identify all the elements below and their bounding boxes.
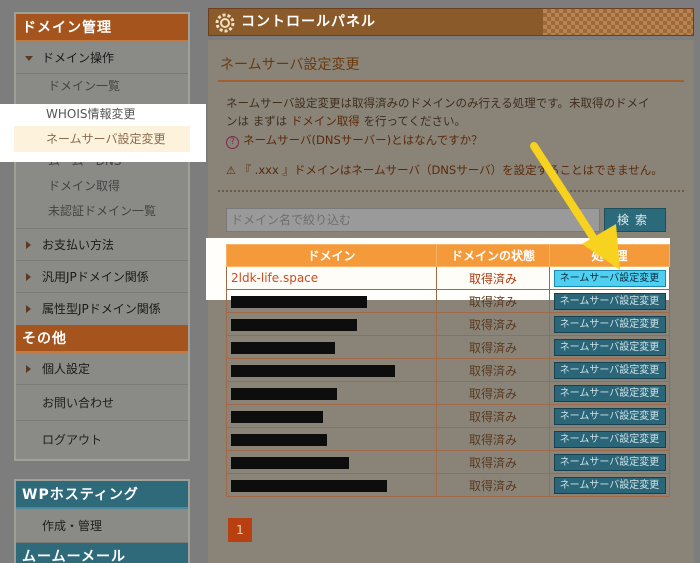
redaction-bar	[231, 318, 357, 331]
page-title: ネームサーバ設定変更	[220, 57, 360, 73]
table-row: 取得済み ネームサーバ設定変更	[226, 312, 670, 336]
domain-name-redacted	[226, 312, 437, 336]
domain-management-box: ドメイン管理 ドメイン操作 ドメイン一覧 WHOIS情報変更 ネームサーバ設定変…	[14, 12, 190, 461]
redaction-bar	[231, 364, 395, 377]
nameserver-change-button[interactable]: ネームサーバ設定変更	[553, 384, 666, 402]
info-line-2: ンは まずは ドメイン取得 を行ってください。	[226, 112, 686, 130]
nameserver-change-button[interactable]: ネームサーバ設定変更	[553, 338, 666, 356]
arrow-icon	[530, 142, 620, 270]
table-row: 取得済み ネームサーバ設定変更	[226, 335, 670, 359]
page-number-current[interactable]: 1	[228, 518, 252, 542]
table-row: 取得済み ネームサーバ設定変更	[226, 404, 670, 428]
sidebar-item-payment[interactable]: お支払い方法	[16, 229, 188, 261]
domain-status: 取得済み	[436, 381, 550, 405]
table-row: 取得済み ネームサーバ設定変更	[226, 473, 670, 497]
table-row: 取得済み ネームサーバ設定変更	[226, 358, 670, 382]
domain-name-redacted	[226, 289, 437, 313]
title-divider	[218, 80, 684, 82]
nameserver-change-button[interactable]: ネームサーバ設定変更	[553, 315, 666, 333]
sidebar-item-whois-highlight[interactable]: WHOIS情報変更	[14, 101, 190, 127]
redaction-bar	[231, 387, 337, 400]
domain-name-redacted	[226, 450, 437, 474]
domain-acquire-link[interactable]: ドメイン取得	[291, 114, 360, 128]
domain-status: 取得済み	[436, 404, 550, 428]
info-line-2-pre: ンは まずは	[226, 114, 291, 128]
question-icon: ?	[226, 136, 239, 149]
sidebar: ドメイン管理 ドメイン操作 ドメイン一覧 WHOIS情報変更 ネームサーバ設定変…	[14, 12, 190, 563]
domain-name-redacted	[226, 473, 437, 497]
nameserver-change-button[interactable]: ネームサーバ設定変更	[553, 430, 666, 448]
nameserver-change-button[interactable]: ネームサーバ設定変更	[553, 361, 666, 379]
wp-hosting-box: WPホスティング 作成・管理 ムームーメール	[14, 479, 190, 563]
sidebar-item-domain-acquire[interactable]: ドメイン取得	[16, 174, 188, 199]
sidebar-item-personal[interactable]: 個人設定	[16, 353, 188, 385]
nameserver-change-button[interactable]: ネームサーバ設定変更	[553, 453, 666, 471]
table-row: 取得済み ネームサーバ設定変更	[226, 381, 670, 405]
other-header: その他	[16, 325, 188, 353]
muumuu-mail-header: ムームーメール	[16, 543, 188, 563]
sidebar-item-wp-manage[interactable]: 作成・管理	[16, 509, 188, 543]
domain-name-redacted	[226, 358, 437, 382]
table-row: 取得済み ネームサーバ設定変更	[226, 450, 670, 474]
control-panel-title: コントロールパネル	[241, 14, 376, 30]
domain-status: 取得済み	[436, 289, 550, 313]
checker-pattern	[543, 9, 693, 35]
table-row: 取得済み ネームサーバ設定変更	[226, 427, 670, 451]
info-text: ネームサーバ設定変更は取得済みのドメインのみ行える処理です。未取得のドメイ ンは…	[226, 94, 686, 130]
sidebar-item-domain-list[interactable]: ドメイン一覧	[16, 74, 188, 99]
domain-name-redacted	[226, 404, 437, 428]
domain-status: 取得済み	[436, 450, 550, 474]
faq-link-row[interactable]: ? ネームサーバ(DNSサーバー)とはなんですか？	[226, 132, 483, 149]
redaction-bar	[231, 433, 327, 446]
redaction-bar	[231, 341, 335, 354]
redaction-bar	[231, 456, 349, 469]
sidebar-item-attr-jp[interactable]: 属性型JPドメイン関係	[16, 293, 188, 325]
sidebar-item-domain-ops[interactable]: ドメイン操作	[16, 42, 188, 74]
domain-name-redacted	[226, 335, 437, 359]
info-line-1: ネームサーバ設定変更は取得済みのドメインのみ行える処理です。未取得のドメイ	[226, 96, 650, 110]
sidebar-item-generic-jp[interactable]: 汎用JPドメイン関係	[16, 261, 188, 293]
sidebar-item-unverified[interactable]: 未認証ドメイン一覧	[16, 199, 188, 229]
col-domain: ドメイン	[226, 244, 437, 267]
redaction-bar	[231, 479, 387, 492]
redaction-bar	[231, 295, 367, 308]
domain-status: 取得済み	[436, 312, 550, 336]
domain-name-redacted	[226, 427, 437, 451]
domain-name: 2ldk-life.space	[226, 266, 437, 290]
sidebar-item-nameserver-active[interactable]: ネームサーバ設定変更	[14, 126, 190, 152]
nameserver-change-button[interactable]: ネームサーバ設定変更	[553, 292, 666, 310]
nameserver-change-button[interactable]: ネームサーバ設定変更	[553, 476, 666, 494]
wp-hosting-header: WPホスティング	[16, 481, 188, 509]
domain-status: 取得済み	[436, 335, 550, 359]
sidebar-item-logout[interactable]: ログアウト	[16, 421, 188, 459]
table-row: 取得済み ネームサーバ設定変更	[226, 289, 670, 313]
faq-link[interactable]: ネームサーバ(DNSサーバー)とはなんですか？	[243, 133, 483, 147]
control-panel-title-bar: コントロールパネル	[208, 8, 694, 36]
sidebar-spotlight: WHOIS情報変更 ネームサーバ設定変更	[0, 104, 206, 162]
warning-icon: ⚠	[226, 164, 236, 177]
domain-management-header: ドメイン管理	[16, 14, 188, 42]
nameserver-change-button[interactable]: ネームサーバ設定変更	[553, 407, 666, 425]
domain-name-redacted	[226, 381, 437, 405]
sidebar-item-contact[interactable]: お問い合わせ	[16, 385, 188, 421]
domain-status: 取得済み	[436, 358, 550, 382]
info-line-2-post: を行ってください。	[359, 114, 467, 128]
domain-status: 取得済み	[436, 427, 550, 451]
gear-icon	[215, 13, 235, 33]
domain-status: 取得済み	[436, 473, 550, 497]
domain-table: ドメイン ドメインの状態 処 理 2ldk-life.space 取得済み ネー…	[226, 244, 670, 497]
redaction-bar	[231, 410, 323, 423]
